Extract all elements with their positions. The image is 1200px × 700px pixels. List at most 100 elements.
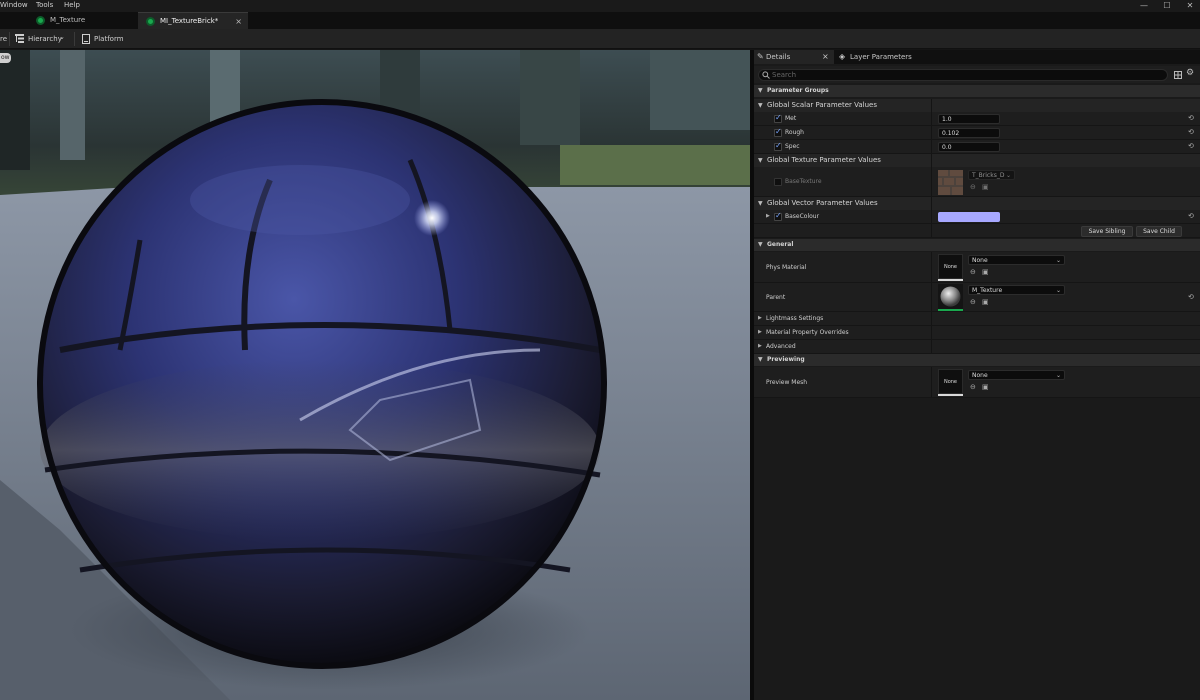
caret-right-icon: ▶: [758, 315, 762, 321]
tab-mi-texturebrick[interactable]: MI_TextureBrick* ×: [138, 12, 248, 29]
caret-down-icon: ▼: [758, 200, 763, 207]
param-name: BaseColour: [785, 213, 820, 220]
chevron-down-icon: ⌄: [59, 33, 65, 41]
section-parameter-groups[interactable]: ▼ Parameter Groups: [754, 85, 1200, 97]
tab-layer-parameters[interactable]: ◈ Layer Parameters: [836, 50, 936, 64]
tab-layer-parameters-label: Layer Parameters: [850, 53, 912, 61]
caret-right-icon: ▶: [758, 329, 762, 335]
pencil-icon: ✎: [757, 52, 764, 61]
browse-to-asset-icon[interactable]: ⊖: [970, 383, 978, 391]
toolbar-divider: [74, 32, 75, 46]
category-label: Material Property Overrides: [766, 329, 849, 336]
folder-icon[interactable]: ▣: [982, 383, 990, 391]
category-label: Advanced: [766, 343, 796, 350]
reset-to-default-icon[interactable]: ⟲: [1188, 142, 1196, 151]
thumbnail-bar: [938, 279, 963, 281]
param-value-input[interactable]: 0.102: [938, 128, 1000, 138]
viewport-scene: [0, 50, 750, 700]
group-scalar-parameters[interactable]: ▼ Global Scalar Parameter Values: [754, 99, 1200, 112]
minimize-icon[interactable]: —: [1135, 0, 1153, 12]
property-label: Preview Mesh: [766, 379, 808, 386]
param-enable-checkbox[interactable]: [774, 141, 782, 151]
param-enable-checkbox[interactable]: [774, 127, 782, 137]
search-input[interactable]: [772, 70, 1162, 80]
folder-icon[interactable]: ▣: [982, 298, 990, 306]
caret-down-icon: ▼: [758, 241, 763, 248]
section-general[interactable]: ▼ General: [754, 239, 1200, 251]
tab-m-texture[interactable]: M_Texture: [28, 12, 136, 29]
category-material-property-overrides[interactable]: ▶ Material Property Overrides: [754, 326, 1200, 340]
reset-to-default-icon[interactable]: ⟲: [1188, 114, 1196, 123]
grid-view-icon[interactable]: [1174, 71, 1182, 79]
section-title: General: [767, 241, 794, 248]
param-name: BaseTexture: [785, 178, 822, 185]
close-tab-icon[interactable]: ×: [822, 50, 829, 64]
group-title: Global Scalar Parameter Values: [767, 101, 877, 109]
param-row-basetexture: BaseTexture T_Bricks_D ⌄ ⊖ ▣: [754, 167, 1200, 197]
browse-to-asset-icon[interactable]: ⊖: [970, 268, 978, 276]
caret-down-icon: ▼: [758, 157, 763, 164]
preview-mesh-thumbnail[interactable]: None: [938, 369, 963, 394]
chevron-down-icon: ⌄: [1005, 172, 1011, 179]
reset-to-default-icon[interactable]: ⟲: [1188, 212, 1196, 221]
hierarchy-button[interactable]: Hierarchy ⌄: [15, 29, 67, 49]
param-enable-checkbox[interactable]: [774, 178, 782, 186]
panel-tab-bar: ✎ Details × ◈ Layer Parameters: [754, 50, 1200, 64]
section-previewing[interactable]: ▼ Previewing: [754, 354, 1200, 366]
parent-combo[interactable]: M_Texture ⌄: [968, 285, 1065, 295]
menu-tools[interactable]: Tools: [36, 1, 53, 9]
phys-material-combo[interactable]: None ⌄: [968, 255, 1065, 265]
group-vector-parameters[interactable]: ▼ Global Vector Parameter Values: [754, 197, 1200, 210]
category-advanced[interactable]: ▶ Advanced: [754, 340, 1200, 354]
folder-icon[interactable]: ▣: [982, 183, 990, 191]
colour-swatch[interactable]: [938, 212, 1000, 222]
save-child-button[interactable]: Save Child: [1136, 226, 1182, 237]
param-value-input[interactable]: 0.0: [938, 142, 1000, 152]
phys-material-thumbnail[interactable]: None: [938, 254, 963, 279]
viewport-options-badge[interactable]: ow: [0, 53, 11, 63]
close-window-icon[interactable]: ✕: [1181, 0, 1199, 12]
toolbar: re Hierarchy ⌄ Platform Stats: [0, 29, 1200, 63]
preview-mesh-combo[interactable]: None ⌄: [968, 370, 1065, 380]
caret-down-icon: ▼: [758, 356, 763, 363]
maximize-icon[interactable]: ☐: [1158, 0, 1176, 12]
folder-icon[interactable]: ▣: [982, 268, 990, 276]
hierarchy-icon: [15, 34, 24, 43]
param-value-input[interactable]: 1.0: [938, 114, 1000, 124]
caret-right-icon[interactable]: ▶: [766, 213, 770, 219]
param-row-rough: Rough 0.102 ⟲: [754, 126, 1200, 140]
reset-to-default-icon[interactable]: ⟲: [1188, 128, 1196, 137]
layers-icon: ◈: [839, 52, 846, 61]
preview-viewport[interactable]: ow: [0, 50, 750, 700]
menu-window[interactable]: Window: [0, 1, 28, 9]
thumbnail-bar: [938, 394, 963, 396]
tab-details[interactable]: ✎ Details ×: [754, 50, 834, 64]
browse-to-asset-icon[interactable]: ⊖: [970, 183, 978, 191]
category-lightmass-settings[interactable]: ▶ Lightmass Settings: [754, 312, 1200, 326]
param-enable-checkbox[interactable]: [774, 113, 782, 123]
reset-to-default-icon[interactable]: ⟲: [1188, 293, 1196, 302]
toolbar-partial-button[interactable]: re: [0, 29, 7, 49]
group-texture-parameters[interactable]: ▼ Global Texture Parameter Values: [754, 154, 1200, 167]
platform-stats-button[interactable]: Platform Stats: [82, 29, 142, 63]
search-icon: [762, 71, 770, 79]
search-box: [758, 69, 1168, 81]
property-row-parent: Parent M_Texture ⌄ ⊖ ▣ ⟲: [754, 283, 1200, 312]
save-sibling-button[interactable]: Save Sibling: [1081, 226, 1133, 237]
chevron-down-icon: ⌄: [1055, 287, 1061, 294]
menu-help[interactable]: Help: [64, 1, 80, 9]
settings-gear-icon[interactable]: ⚙: [1186, 68, 1194, 78]
toolbar-divider: [9, 32, 10, 46]
texture-asset-name: T_Bricks_D: [972, 172, 1005, 179]
caret-down-icon: ▼: [758, 102, 763, 109]
combo-value: None: [972, 257, 988, 264]
parent-material-thumbnail[interactable]: [938, 284, 963, 309]
texture-asset-combo[interactable]: T_Bricks_D ⌄: [968, 170, 1015, 180]
browse-to-asset-icon[interactable]: ⊖: [970, 298, 978, 306]
tab-label: MI_TextureBrick*: [160, 17, 219, 25]
texture-thumbnail[interactable]: [938, 170, 963, 195]
param-enable-checkbox[interactable]: [774, 211, 782, 221]
hierarchy-label: Hierarchy: [28, 35, 62, 43]
close-tab-icon[interactable]: ×: [235, 13, 242, 30]
param-name: Rough: [785, 129, 804, 136]
